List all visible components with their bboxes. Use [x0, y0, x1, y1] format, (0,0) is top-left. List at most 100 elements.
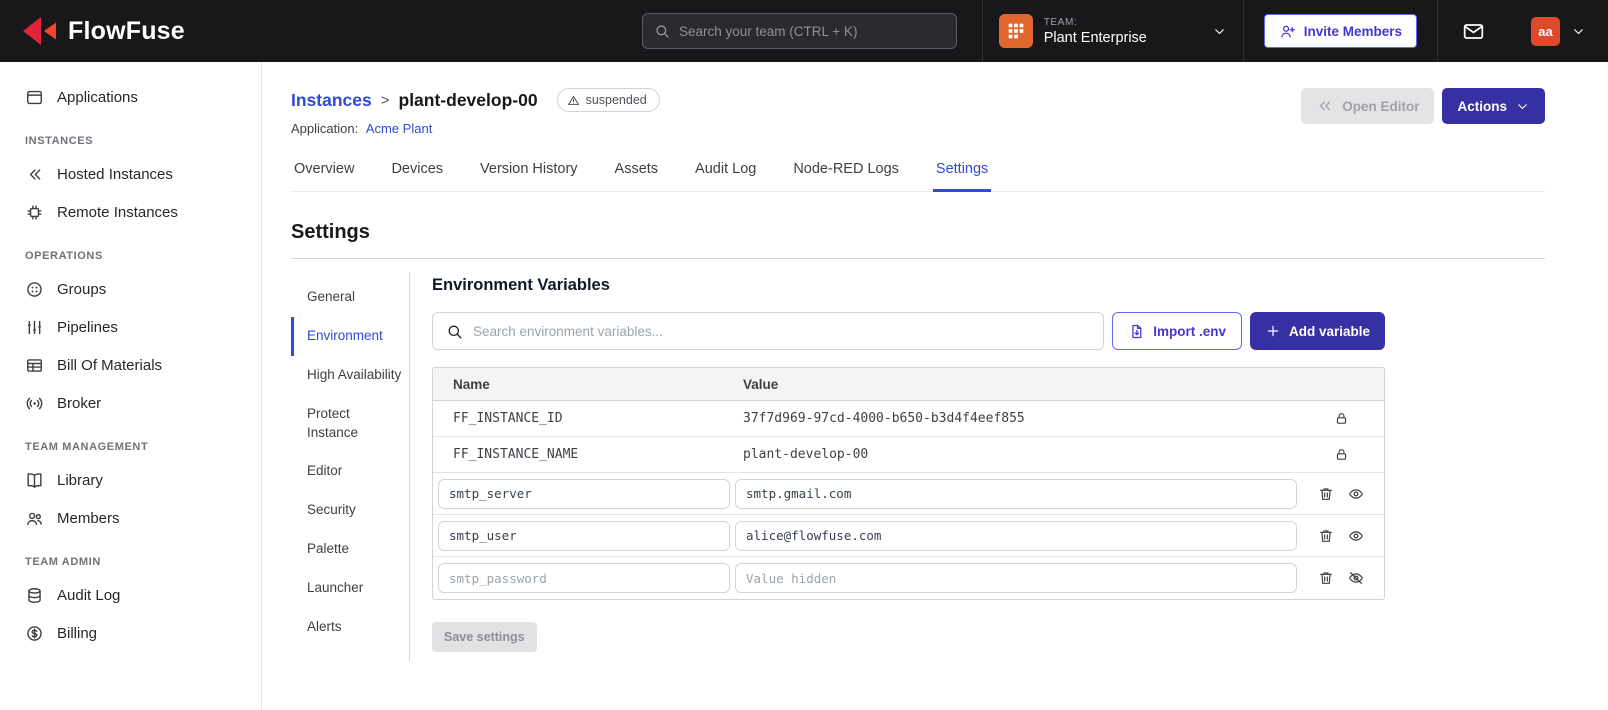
team-search — [642, 13, 957, 49]
avatar: aa — [1531, 16, 1560, 46]
tab-devices[interactable]: Devices — [388, 161, 446, 192]
brand-name: FlowFuse — [68, 16, 185, 45]
chevron-down-icon — [1571, 24, 1586, 39]
env-search-input[interactable] — [473, 323, 1091, 339]
breadcrumb-instances-link[interactable]: Instances — [291, 90, 372, 111]
env-table-header: Name Value — [433, 368, 1384, 401]
search-icon — [654, 23, 670, 39]
save-settings-button[interactable]: Save settings — [432, 622, 537, 652]
invite-members-button[interactable]: Invite Members — [1263, 14, 1417, 48]
settings-nav-protect-instance[interactable]: Protect Instance — [291, 395, 409, 453]
settings-nav-palette[interactable]: Palette — [291, 530, 409, 569]
env-search — [432, 312, 1105, 350]
import-file-icon — [1128, 323, 1145, 340]
settings-nav-security[interactable]: Security — [291, 491, 409, 530]
team-avatar-icon — [998, 14, 1033, 48]
env-name-input[interactable] — [438, 520, 730, 551]
actions-button[interactable]: Actions — [1442, 88, 1545, 124]
library-icon — [25, 471, 44, 490]
add-variable-button[interactable]: Add variable — [1249, 312, 1385, 350]
sidebar-item-pipelines[interactable]: Pipelines — [0, 308, 261, 346]
sidebar-item-remote-instances[interactable]: Remote Instances — [0, 193, 261, 231]
import-env-button[interactable]: Import .env — [1112, 312, 1242, 350]
settings-nav-environment[interactable]: Environment — [291, 316, 409, 356]
column-header-value: Value — [743, 376, 779, 392]
tab-bar: Overview Devices Version History Assets Audi… — [291, 161, 1545, 192]
team-label: TEAM: — [1043, 16, 1078, 28]
sidebar-item-label: Broker — [57, 394, 102, 412]
tab-version-history[interactable]: Version History — [477, 161, 581, 192]
lock-icon — [1334, 411, 1349, 426]
tab-assets[interactable]: Assets — [612, 161, 662, 192]
toggle-value-visibility-button[interactable] — [1348, 528, 1364, 544]
trash-icon — [1318, 570, 1334, 586]
team-selector[interactable]: TEAM: Plant Enterprise — [981, 0, 1244, 62]
team-search-input[interactable] — [679, 23, 945, 39]
sidebar-item-label: Pipelines — [57, 318, 118, 336]
navbar-right: TEAM: Plant Enterprise Invite Members aa — [981, 0, 1608, 62]
sidebar-item-hosted-instances[interactable]: Hosted Instances — [0, 155, 261, 193]
env-row-smtp-password — [433, 557, 1384, 599]
toggle-value-visibility-button[interactable] — [1348, 570, 1364, 586]
sidebar-item-audit-log[interactable]: Audit Log — [0, 576, 261, 614]
user-menu[interactable]: aa — [1509, 0, 1608, 62]
settings-nav-editor[interactable]: Editor — [291, 452, 409, 491]
open-editor-label: Open Editor — [1342, 98, 1420, 114]
settings-nav-launcher[interactable]: Launcher — [291, 569, 409, 608]
env-row-actions — [1298, 411, 1384, 426]
add-variable-label: Add variable — [1288, 323, 1370, 339]
breadcrumb: Instances > plant-develop-00 suspended — [291, 88, 660, 112]
sidebar-item-applications[interactable]: Applications — [0, 78, 261, 116]
sidebar-item-bill-of-materials[interactable]: Bill Of Materials — [0, 346, 261, 384]
applications-icon — [25, 88, 44, 107]
sidebar-item-label: Remote Instances — [57, 203, 178, 221]
env-value-input[interactable] — [735, 478, 1297, 509]
env-table: Name Value FF_INSTANCE_ID 37f7d969-97cd-400… — [432, 367, 1385, 600]
settings-nav-high-availability[interactable]: High Availability — [291, 356, 409, 395]
flowfuse-brand[interactable]: FlowFuse — [0, 15, 185, 47]
env-value-input[interactable] — [735, 520, 1297, 551]
sidebar-item-billing[interactable]: Billing — [0, 614, 261, 652]
env-name-input[interactable] — [438, 478, 730, 509]
billing-icon — [25, 624, 44, 643]
groups-icon — [25, 280, 44, 299]
env-name: FF_INSTANCE_ID — [453, 411, 563, 426]
section-heading: Environment Variables — [432, 276, 610, 294]
delete-variable-button[interactable] — [1318, 486, 1334, 502]
sidebar-item-label: Hosted Instances — [57, 165, 173, 183]
trash-icon — [1318, 486, 1334, 502]
lock-icon — [1334, 447, 1349, 462]
sidebar-item-members[interactable]: Members — [0, 499, 261, 537]
notifications-button[interactable] — [1437, 0, 1509, 62]
delete-variable-button[interactable] — [1318, 528, 1334, 544]
sidebar-section-instances: INSTANCES — [25, 135, 94, 147]
tab-overview[interactable]: Overview — [291, 161, 357, 192]
tab-settings[interactable]: Settings — [932, 161, 992, 192]
env-name-cell — [433, 563, 733, 593]
delete-variable-button[interactable] — [1318, 570, 1334, 586]
env-name-input[interactable] — [438, 563, 730, 593]
sidebar-item-broker[interactable]: Broker — [0, 384, 261, 422]
open-editor-button[interactable]: Open Editor — [1301, 88, 1435, 124]
broker-icon — [25, 394, 44, 413]
env-row-actions — [1298, 486, 1384, 502]
main-content: Instances > plant-develop-00 suspended A… — [262, 62, 1608, 710]
application-line: Application: Acme Plant — [291, 121, 660, 136]
tab-node-red-logs[interactable]: Node-RED Logs — [790, 161, 902, 192]
sidebar-item-label: Billing — [57, 624, 98, 642]
top-navbar: FlowFuse TEAM: Plant Enterprise Invit — [0, 0, 1608, 62]
env-value-input[interactable] — [735, 563, 1297, 593]
sidebar-item-library[interactable]: Library — [0, 461, 261, 499]
sidebar-item-label: Bill Of Materials — [57, 356, 163, 374]
page-title: plant-develop-00 — [398, 89, 538, 110]
sidebar-item-groups[interactable]: Groups — [0, 270, 261, 308]
application-link[interactable]: Acme Plant — [366, 121, 432, 136]
settings-nav-alerts[interactable]: Alerts — [291, 608, 409, 647]
invite-members-label: Invite Members — [1303, 23, 1402, 39]
env-value-cell — [733, 520, 1298, 551]
settings-nav-general[interactable]: General — [291, 278, 409, 317]
eye-off-icon — [1348, 570, 1364, 586]
toggle-value-visibility-button[interactable] — [1348, 486, 1364, 502]
status-badge: suspended — [556, 88, 660, 112]
tab-audit-log[interactable]: Audit Log — [692, 161, 759, 192]
